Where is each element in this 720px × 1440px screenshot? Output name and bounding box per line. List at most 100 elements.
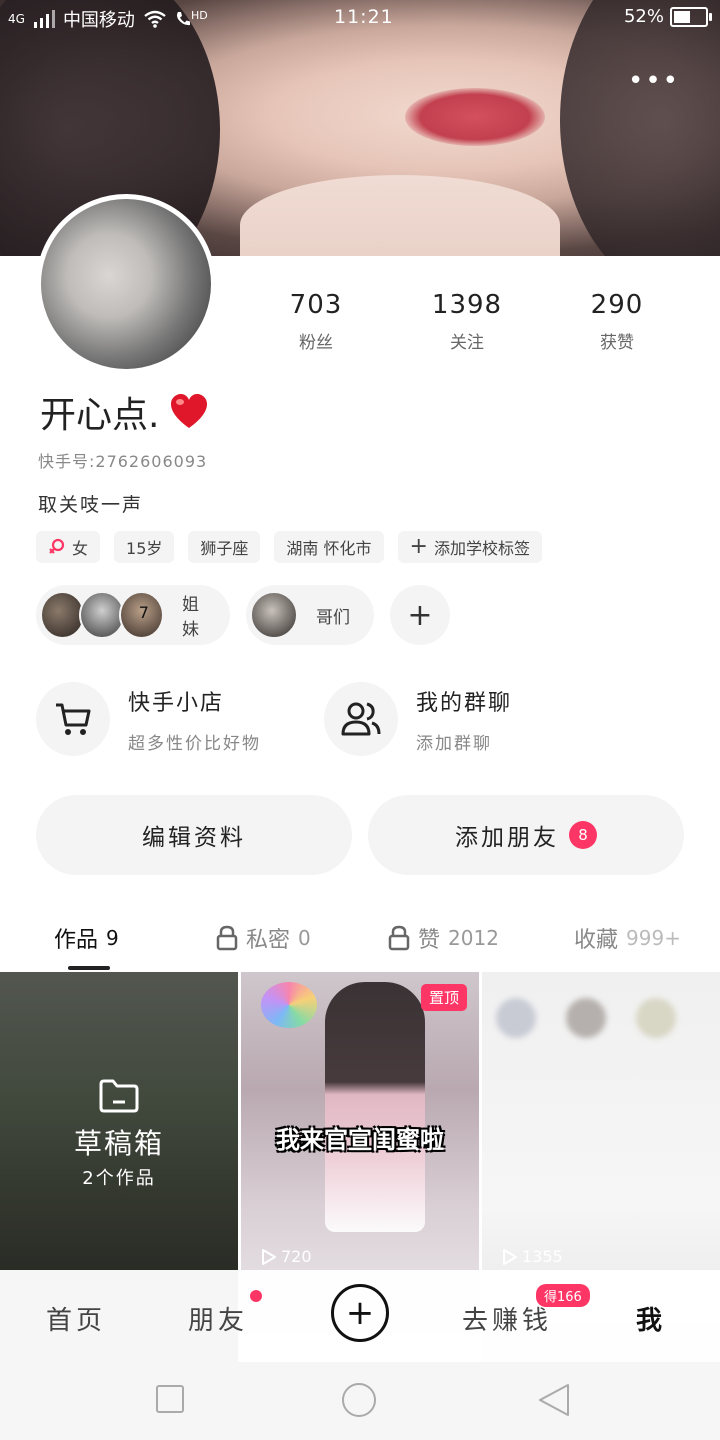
relationship-groups: 7 姐妹 哥们 + <box>36 585 450 645</box>
add-group-button[interactable]: + <box>390 585 450 645</box>
tab-liked[interactable]: 赞 2012 <box>388 922 499 954</box>
bio-text[interactable]: 取关吱一声 <box>38 490 143 517</box>
stat-label: 关注 <box>450 333 484 353</box>
battery-icon <box>670 6 712 27</box>
content-tabs: 作品 9 私密 0 赞 2012 收藏 999+ <box>0 912 720 970</box>
earn-badge: 得166 <box>536 1284 590 1307</box>
clock: 11:21 <box>334 6 394 28</box>
hd-indicator: HD <box>190 8 208 22</box>
button-label: 添加朋友 <box>455 825 559 851</box>
tab-label: 私密 <box>246 928 291 953</box>
tab-count: 2012 <box>448 926 499 950</box>
feature-subtitle: 超多性价比好物 <box>128 733 261 754</box>
member-avatar: 7 <box>118 591 165 639</box>
kuaishou-id[interactable]: 快手号:2762606093 <box>38 448 207 472</box>
stat-label: 粉丝 <box>299 333 333 353</box>
network-type: 4G <box>8 12 25 26</box>
battery-percent: 52% <box>623 6 664 27</box>
tab-count: 9 <box>106 926 119 950</box>
tab-count: 999+ <box>626 926 681 950</box>
signal-icon <box>33 10 55 28</box>
feature-subtitle: 添加群聊 <box>416 733 492 754</box>
stat-following[interactable]: 1398 关注 <box>407 290 527 353</box>
tag-constellation[interactable]: 狮子座 <box>188 531 261 563</box>
play-icon <box>262 1248 276 1265</box>
add-friend-button[interactable]: 添加朋友 8 <box>368 795 684 875</box>
tab-count: 0 <box>298 926 311 950</box>
member-avatar <box>79 591 125 639</box>
nav-me[interactable]: 我 <box>636 1300 666 1337</box>
plus-icon: + <box>407 597 433 633</box>
profile-name: 开心点. <box>40 386 209 438</box>
group-sisters[interactable]: 7 姐妹 <box>36 585 230 645</box>
profile-name-text: 开心点. <box>40 395 160 436</box>
tab-favorites[interactable]: 收藏 999+ <box>574 922 681 954</box>
drafts-title: 草稿箱 <box>73 1127 164 1160</box>
play-count-value: 1355 <box>522 1247 563 1266</box>
tag-label: 女 <box>72 539 89 558</box>
button-label: 编辑资料 <box>142 825 246 851</box>
tag-label: 15岁 <box>126 539 163 558</box>
bottom-navigation: 首页 朋友 + 去赚钱 得166 我 <box>0 1270 720 1362</box>
call-icon <box>176 12 190 26</box>
tag-label: 狮子座 <box>200 539 249 558</box>
nav-home[interactable]: 首页 <box>46 1300 106 1337</box>
plus-icon: + <box>409 534 428 559</box>
drafts-count: 2个作品 <box>82 1168 156 1189</box>
tag-label: 添加学校标签 <box>433 539 530 558</box>
tab-label: 作品 <box>54 928 99 953</box>
lock-icon <box>388 925 410 951</box>
notification-badge: 8 <box>569 821 597 849</box>
tag-label: 湖南 怀化市 <box>286 539 372 558</box>
play-count-value: 720 <box>281 1247 312 1266</box>
avatar[interactable] <box>36 194 216 374</box>
lock-icon <box>216 925 238 951</box>
home-icon[interactable] <box>340 1381 378 1419</box>
more-options-icon[interactable]: ••• <box>628 66 680 96</box>
group-label: 哥们 <box>316 607 350 628</box>
tab-label: 收藏 <box>574 928 619 953</box>
member-avatar-badge: 7 <box>138 603 149 622</box>
friends-notification-dot <box>250 1290 262 1302</box>
play-count: 720 <box>261 1247 312 1266</box>
stat-fans[interactable]: 703 粉丝 <box>256 290 376 353</box>
stat-likes[interactable]: 290 获赞 <box>557 290 677 353</box>
tab-label: 赞 <box>418 928 441 953</box>
stat-value: 290 <box>590 290 644 320</box>
tag-location[interactable]: 湖南 怀化市 <box>274 531 384 563</box>
kuaishou-shop-entry[interactable]: 快手小店 超多性价比好物 <box>36 682 261 756</box>
nav-earn[interactable]: 去赚钱 <box>462 1300 552 1337</box>
female-icon <box>49 538 65 554</box>
stat-value: 1398 <box>431 290 503 320</box>
play-count: 1355 <box>502 1247 563 1266</box>
tag-gender[interactable]: 女 <box>36 531 101 563</box>
group-chat-icon <box>324 682 398 756</box>
stat-label: 获赞 <box>600 333 634 353</box>
cart-icon <box>36 682 110 756</box>
folder-icon <box>99 1079 139 1113</box>
group-label: 姐妹 <box>182 595 200 640</box>
tab-private[interactable]: 私密 0 <box>216 922 311 954</box>
recent-apps-icon[interactable] <box>155 1384 185 1414</box>
tab-works[interactable]: 作品 9 <box>54 922 119 954</box>
pinned-badge: 置顶 <box>420 984 467 1011</box>
my-group-chats-entry[interactable]: 我的群聊 添加群聊 <box>324 682 512 756</box>
add-school-tag-button[interactable]: + 添加学校标签 <box>397 531 542 563</box>
wifi-icon <box>144 10 166 28</box>
tag-age[interactable]: 15岁 <box>114 531 175 563</box>
active-tab-indicator <box>68 966 110 970</box>
status-bar: 4G 中国移动 HD 11:21 52% <box>0 0 720 34</box>
edit-profile-button[interactable]: 编辑资料 <box>36 795 352 875</box>
stat-value: 703 <box>289 290 343 320</box>
feature-title: 快手小店 <box>128 690 225 716</box>
play-icon <box>503 1248 517 1265</box>
group-brothers[interactable]: 哥们 <box>246 585 374 645</box>
nav-friends[interactable]: 朋友 <box>188 1300 248 1337</box>
carrier-name: 中国移动 <box>62 10 135 31</box>
create-post-button[interactable]: + <box>331 1284 389 1342</box>
member-avatar <box>250 591 298 639</box>
feature-title: 我的群聊 <box>416 690 513 716</box>
heart-emoji-icon <box>171 394 208 428</box>
video-caption: 我来官宣闺蜜啦 <box>276 1126 444 1154</box>
back-icon[interactable] <box>536 1382 572 1418</box>
